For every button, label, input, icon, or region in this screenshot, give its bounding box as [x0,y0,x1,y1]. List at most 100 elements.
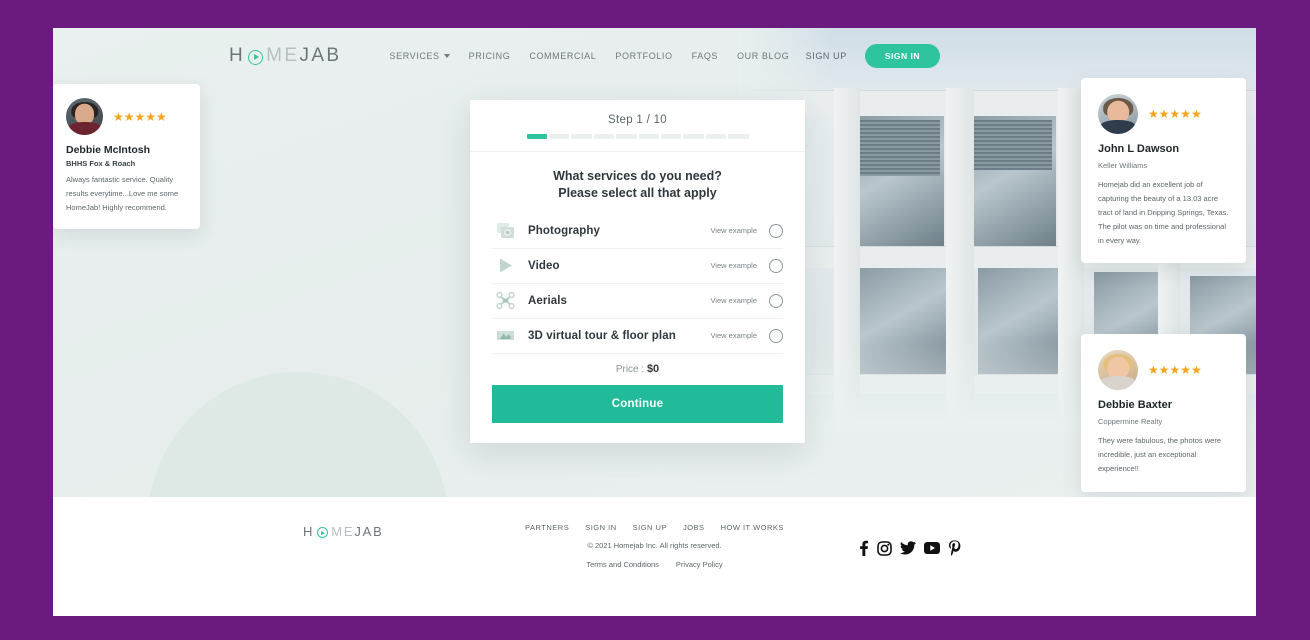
nav-item-label: SERVICES [389,51,440,61]
progress-segment-6 [638,134,659,139]
nav-item-portfolio[interactable]: PORTFOLIO [615,51,672,61]
sign-in-button[interactable]: SIGN IN [864,44,940,68]
nav-item-services[interactable]: SERVICES [389,51,450,61]
progress-segment-4 [593,134,615,139]
progress-segment-1 [526,134,547,139]
twitter-icon[interactable] [900,541,916,555]
avatar [1098,94,1138,134]
service-radio[interactable] [769,328,783,343]
service-radio[interactable] [769,223,783,238]
progress-segment-7 [660,134,682,139]
footer-link-jobs[interactable]: JOBS [683,523,705,532]
footer-legal-links: Terms and Conditions Privacy Policy [53,560,1256,569]
testimonial-header: ★★★★★ [1098,94,1229,134]
service-radio[interactable] [769,258,783,273]
footer-link-sign-up[interactable]: SIGN UP [633,523,667,532]
hero-section: H ME JAB SERVICES PRICING COMMERCIAL POR… [53,28,1256,497]
rating-stars: ★★★★★ [113,109,167,124]
service-label: Video [528,259,560,272]
testimonial-card-left: ★★★★★ Debbie McIntosh BHHS Fox & Roach A… [53,84,200,229]
play-circle-icon [248,49,264,65]
social-links [858,540,961,556]
service-row-3d-tour[interactable]: 3D virtual tour & floor plan View exampl… [492,319,783,354]
service-row-video[interactable]: Video View example [492,249,783,284]
price-value: $0 [646,362,660,375]
wizard-body: What services do you need? Please select… [470,152,805,443]
testimonial-card-right-bottom: ★★★★★ Debbie Baxter Coppermine Realty Th… [1081,334,1246,492]
nav-links: SERVICES PRICING COMMERCIAL PORTFOLIO FA… [389,51,789,61]
youtube-icon[interactable] [924,542,940,554]
service-radio[interactable] [769,293,783,308]
progress-segment-3 [571,134,592,139]
nav-item-faqs[interactable]: FAQS [692,51,718,61]
testimonial-author-name: Debbie McIntosh [66,144,151,156]
footer-link-privacy[interactable]: Privacy Policy [676,560,723,569]
footer-link-how-it-works[interactable]: HOW IT WORKS [721,523,784,532]
floorplan-icon [492,325,518,347]
service-row-aerials[interactable]: Aerials View example [492,284,783,319]
footer-links: PARTNERS SIGN IN SIGN UP JOBS HOW IT WOR… [53,523,1256,532]
camera-icon [492,220,518,242]
testimonial-text: They were fabulous, the photos were incr… [1098,436,1221,473]
service-label: 3D virtual tour & floor plan [528,329,676,342]
view-example-link[interactable]: View example [710,261,757,270]
instagram-icon[interactable] [877,540,892,556]
nav-item-commercial[interactable]: COMMERCIAL [529,51,596,61]
testimonial-author-name: John L Dawson [1098,143,1180,155]
avatar [1098,350,1138,390]
pinterest-icon[interactable] [948,540,961,556]
logo-text-part2: ME [266,45,300,66]
progress-segment-2 [548,134,570,139]
testimonial-header: ★★★★★ [66,98,187,135]
nav-item-pricing[interactable]: PRICING [469,51,511,61]
testimonial-company: BHHS Fox & Roach [66,159,136,168]
site-logo[interactable]: H ME JAB [229,45,341,67]
question-line-1: What services do you need? [553,169,722,183]
progress-segment-10 [728,134,749,139]
sign-up-link[interactable]: SIGN UP [806,51,847,61]
testimonial-author-name: Debbie Baxter [1098,399,1172,411]
service-label: Photography [528,224,601,237]
logo-text-part1: H [229,45,246,66]
testimonial-company: Coppermine Realty [1098,417,1163,426]
testimonial-text: Always fantastic service. Quality result… [66,175,179,212]
testimonial-company: Keller Williams [1098,161,1148,170]
question-title: What services do you need? Please select… [492,168,783,202]
step-indicator: Step 1 / 10 [608,114,667,126]
facebook-icon[interactable] [858,540,869,556]
service-label: Aerials [528,294,568,307]
progress-segment-9 [705,134,727,139]
avatar [66,98,103,135]
service-row-photography[interactable]: Photography View example [492,214,783,249]
view-example-link[interactable]: View example [710,226,757,235]
hero-decorative-circle [148,372,448,497]
view-example-link[interactable]: View example [710,331,757,340]
drone-icon [492,290,518,312]
view-example-link[interactable]: View example [710,296,757,305]
logo-text-part3: JAB [299,45,342,66]
progress-segment-5 [616,134,637,139]
testimonial-card-right-top: ★★★★★ John L Dawson Keller Williams Home… [1081,78,1246,264]
price-label: Price : [615,363,645,375]
play-triangle-icon [492,255,518,277]
question-line-2: Please select all that apply [558,185,717,200]
service-wizard-card: Step 1 / 10 What services do you need? P… [470,100,805,443]
testimonial-header: ★★★★★ [1098,350,1229,390]
chevron-down-icon [443,54,450,58]
continue-button[interactable]: Continue [492,384,783,423]
price-summary: Price : $0 [492,363,783,375]
footer-link-sign-in[interactable]: SIGN IN [585,523,616,532]
top-navigation: H ME JAB SERVICES PRICING COMMERCIAL POR… [53,28,1256,84]
testimonial-text: Homejab did an excellent job of capturin… [1098,180,1229,245]
footer-center: PARTNERS SIGN IN SIGN UP JOBS HOW IT WOR… [53,523,1256,569]
progress-bar [526,134,749,139]
footer-link-partners[interactable]: PARTNERS [525,523,569,532]
nav-auth-area: SIGN UP SIGN IN [806,44,940,68]
page-footer: H ME JAB PARTNERS SIGN IN SIGN UP JOBS H… [53,497,1256,616]
nav-item-our-blog[interactable]: OUR BLOG [737,51,789,61]
browser-viewport: H ME JAB SERVICES PRICING COMMERCIAL POR… [0,0,1310,640]
footer-link-terms[interactable]: Terms and Conditions [586,560,659,569]
page-root: H ME JAB SERVICES PRICING COMMERCIAL POR… [53,28,1256,616]
wizard-header: Step 1 / 10 [470,100,805,152]
copyright-text: © 2021 Homejab Inc. All rights reserved. [587,541,722,550]
